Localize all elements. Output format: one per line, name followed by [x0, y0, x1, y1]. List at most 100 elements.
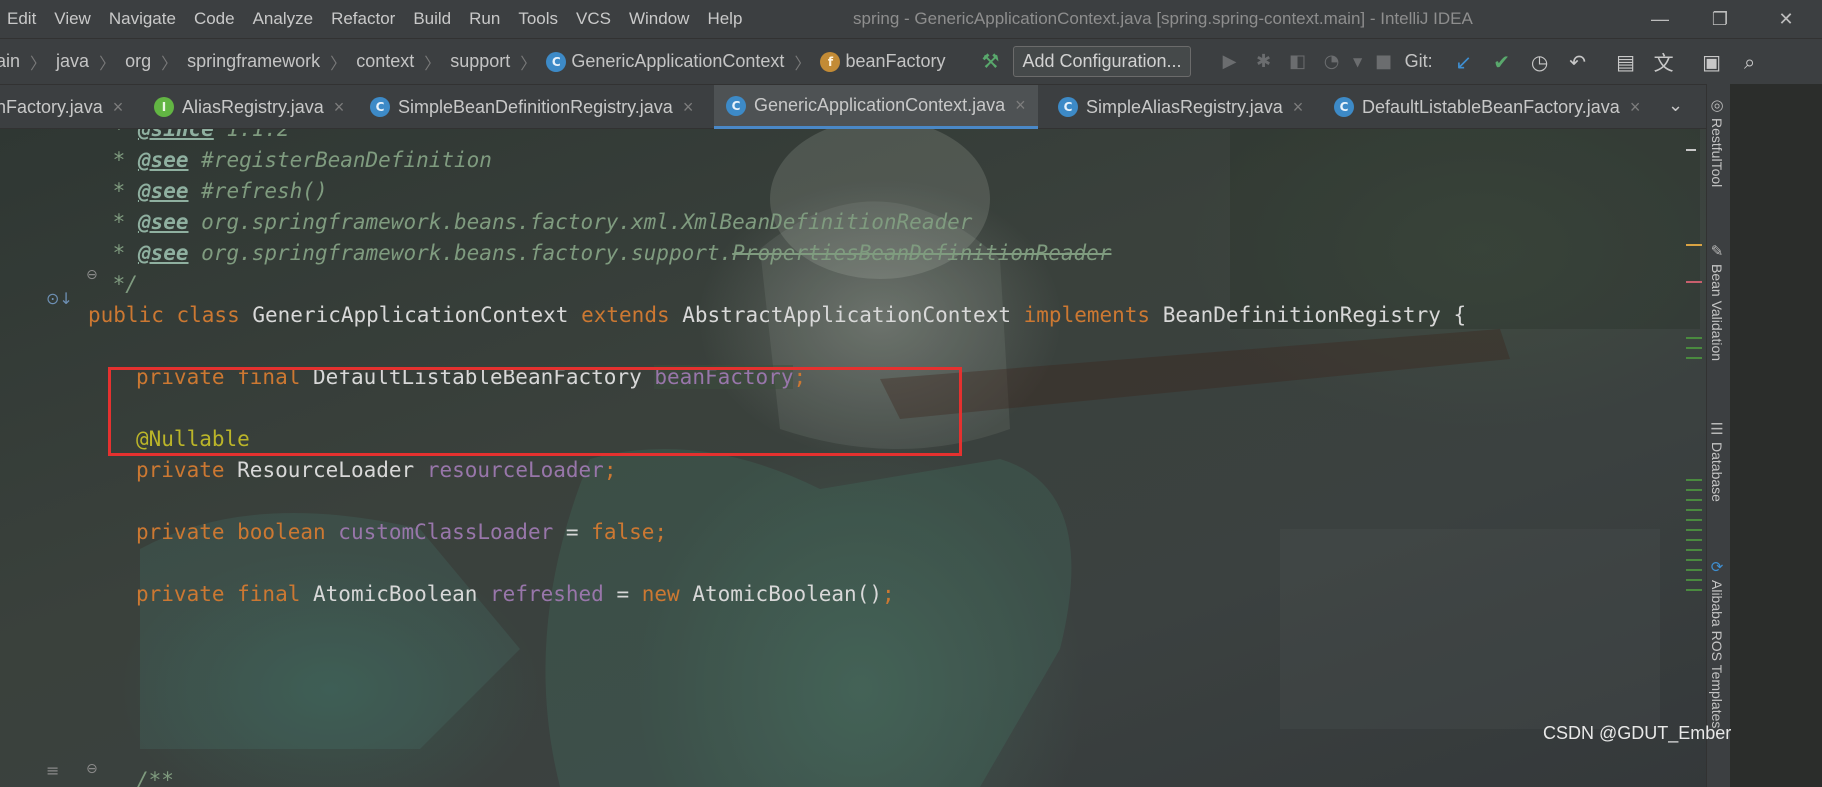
history-icon[interactable]: ◷: [1521, 50, 1559, 74]
coverage-icon[interactable]: ◧: [1281, 51, 1315, 72]
presentation-icon[interactable]: ▣: [1693, 50, 1731, 74]
class-declaration-line[interactable]: public class GenericApplicationContext e…: [88, 300, 1466, 331]
change-marker[interactable]: [1686, 337, 1702, 339]
highlight-box: [108, 367, 962, 456]
profile-icon[interactable]: ◔: [1315, 51, 1349, 72]
code-line[interactable]: * @see org.springframework.beans.factory…: [100, 207, 973, 238]
change-marker[interactable]: [1686, 569, 1702, 571]
close-tab-icon[interactable]: ×: [1015, 95, 1026, 116]
structure-icon[interactable]: ≡: [46, 761, 59, 780]
implements-marker-icon[interactable]: ⊙↓: [46, 289, 73, 308]
chevron-right-icon: 〉: [30, 55, 47, 73]
menu-help[interactable]: Help: [698, 9, 751, 29]
sidebar-tool-alibaba-ros[interactable]: ⟳ Alibaba ROS Templates: [1709, 558, 1725, 728]
change-marker[interactable]: [1686, 489, 1702, 491]
code-line[interactable]: /**: [136, 765, 174, 787]
editor-gutter[interactable]: ⊖ ⊙↓ ≡ ⊖: [0, 129, 98, 787]
breadcrumb-item[interactable]: context: [356, 51, 414, 72]
breadcrumb-field[interactable]: f beanFactory: [820, 51, 946, 72]
menu-edit[interactable]: Edit: [0, 9, 45, 29]
change-marker[interactable]: [1686, 357, 1702, 359]
code-editor[interactable]: ⊖ ⊙↓ ≡ ⊖ * @since 1.1.2 * @see #register…: [0, 129, 1754, 787]
field-refreshed-line[interactable]: private final AtomicBoolean refreshed = …: [136, 579, 895, 610]
restore-button[interactable]: ❐: [1690, 0, 1750, 38]
search-icon[interactable]: ⌕: [1731, 50, 1769, 74]
breadcrumb-item[interactable]: org: [125, 51, 151, 72]
chevron-down-icon[interactable]: ▼: [1349, 55, 1367, 69]
class-icon: C: [370, 97, 390, 117]
menu-build[interactable]: Build: [404, 9, 460, 29]
update-project-icon[interactable]: ↙: [1445, 50, 1483, 74]
change-marker[interactable]: [1686, 529, 1702, 531]
field-resource-loader-line[interactable]: private ResourceLoader resourceLoader;: [136, 455, 616, 486]
menu-view[interactable]: View: [45, 9, 100, 29]
close-tab-icon[interactable]: ×: [334, 97, 345, 118]
close-button[interactable]: ✕: [1750, 0, 1822, 38]
code-line[interactable]: * @see #refresh(): [100, 176, 328, 207]
javadoc-tag: @see: [137, 148, 189, 172]
fold-icon[interactable]: ⊖: [86, 761, 98, 777]
change-marker[interactable]: [1686, 347, 1702, 349]
breadcrumb-item[interactable]: support: [450, 51, 510, 72]
close-tab-icon[interactable]: ×: [683, 97, 694, 118]
close-tab-icon[interactable]: ×: [113, 97, 124, 118]
close-tab-icon[interactable]: ×: [1630, 97, 1641, 118]
warning-marker[interactable]: [1686, 244, 1702, 246]
error-marker[interactable]: [1686, 281, 1702, 283]
translate-icon[interactable]: 文: [1645, 47, 1683, 76]
code-line[interactable]: * @see #registerBeanDefinition: [100, 145, 492, 176]
field-custom-class-loader-line[interactable]: private boolean customClassLoader = fals…: [136, 517, 667, 548]
rollback-icon[interactable]: ↶: [1559, 50, 1597, 74]
error-stripe[interactable]: [1684, 129, 1706, 787]
stop-icon[interactable]: ■: [1367, 51, 1401, 72]
sidebar-tool-database[interactable]: ☰ Database: [1709, 420, 1725, 502]
breadcrumb-class[interactable]: C GenericApplicationContext: [546, 51, 784, 72]
project-structure-icon[interactable]: ▤: [1607, 50, 1645, 74]
change-marker[interactable]: [1686, 479, 1702, 481]
menu-navigate[interactable]: Navigate: [100, 9, 185, 29]
minimize-button[interactable]: —: [1630, 0, 1690, 38]
change-marker[interactable]: [1686, 549, 1702, 551]
menu-vcs[interactable]: VCS: [567, 9, 620, 29]
menu-code[interactable]: Code: [185, 9, 244, 29]
close-tab-icon[interactable]: ×: [1293, 97, 1304, 118]
tab-default-listable-bean-factory[interactable]: C DefaultListableBeanFactory.java ×: [1334, 85, 1640, 129]
tab-alias-registry[interactable]: I AliasRegistry.java ×: [154, 85, 344, 129]
tab-simple-bean-definition-registry[interactable]: C SimpleBeanDefinitionRegistry.java ×: [370, 85, 693, 129]
tab-list-chevron-icon[interactable]: ⌄: [1668, 95, 1683, 116]
debug-icon[interactable]: ✱: [1247, 51, 1281, 72]
add-configuration-button[interactable]: Add Configuration...: [1013, 46, 1191, 77]
change-marker[interactable]: [1686, 559, 1702, 561]
sidebar-tool-restful[interactable]: ◎ RestfulTool: [1709, 96, 1725, 187]
breadcrumb-item[interactable]: springframework: [187, 51, 320, 72]
menu-tools[interactable]: Tools: [509, 9, 567, 29]
code-line[interactable]: * @see org.springframework.beans.factory…: [100, 238, 1112, 269]
code-line[interactable]: */: [100, 269, 138, 300]
comment-text: org.springframework.beans.factory.xml.Xm…: [188, 210, 973, 234]
change-marker[interactable]: [1686, 499, 1702, 501]
breadcrumb-item[interactable]: ain: [0, 51, 20, 72]
close-icon: ✕: [1778, 8, 1794, 29]
menu-run[interactable]: Run: [460, 9, 509, 29]
build-hammer-icon[interactable]: ⚒: [982, 49, 1000, 74]
commit-icon[interactable]: ✔: [1483, 50, 1521, 74]
tab-bean-factory[interactable]: nFactory.java ×: [0, 85, 123, 129]
sidebar-tool-bean-validation[interactable]: ✎ Bean Validation: [1709, 242, 1725, 361]
code-line[interactable]: * @since 1.1.2: [100, 129, 290, 145]
change-marker[interactable]: [1686, 589, 1702, 591]
fold-icon[interactable]: ⊖: [86, 267, 98, 283]
inspection-icon[interactable]: [1686, 149, 1696, 151]
tab-label: DefaultListableBeanFactory.java: [1362, 96, 1620, 117]
breadcrumb-item[interactable]: java: [56, 51, 89, 72]
change-marker[interactable]: [1686, 509, 1702, 511]
menu-analyze[interactable]: Analyze: [244, 9, 322, 29]
change-marker[interactable]: [1686, 519, 1702, 521]
tab-generic-application-context[interactable]: C GenericApplicationContext.java ×: [714, 85, 1038, 129]
change-marker[interactable]: [1686, 579, 1702, 581]
change-marker[interactable]: [1686, 539, 1702, 541]
comment-star: *: [100, 210, 138, 234]
menu-refactor[interactable]: Refactor: [322, 9, 404, 29]
menu-window[interactable]: Window: [620, 9, 698, 29]
run-icon[interactable]: ▶: [1213, 51, 1247, 72]
tab-simple-alias-registry[interactable]: C SimpleAliasRegistry.java ×: [1058, 85, 1303, 129]
